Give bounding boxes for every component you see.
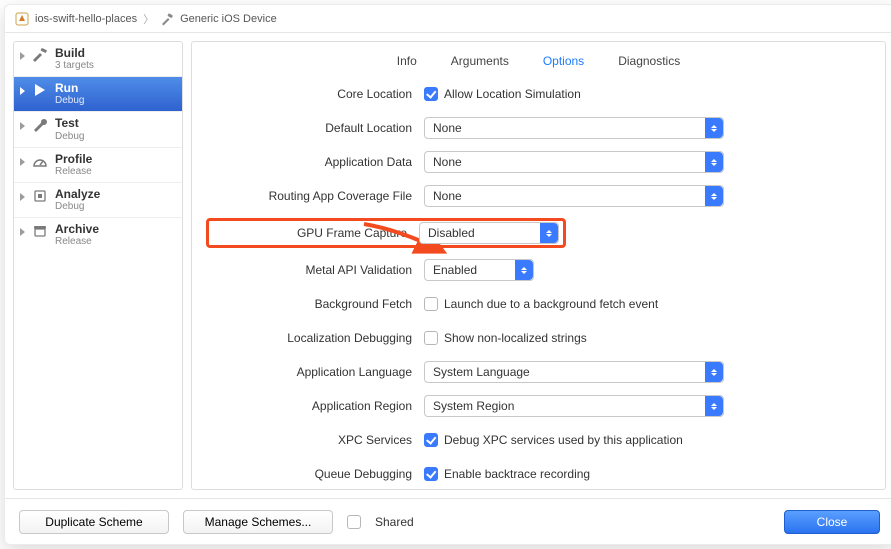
- scheme-editor-window: ios-swift-hello-places 〉 Generic iOS Dev…: [4, 4, 891, 545]
- duplicate-scheme-button[interactable]: Duplicate Scheme: [19, 510, 169, 534]
- chevron-updown-icon: [705, 396, 723, 416]
- routing-label: Routing App Coverage File: [210, 189, 424, 203]
- sidebar-item-sub: Debug: [55, 201, 100, 212]
- sidebar-item-test[interactable]: TestDebug: [14, 112, 182, 147]
- bg-fetch-text: Launch due to a background fetch event: [444, 297, 658, 311]
- options-panel: Info Arguments Options Diagnostics Core …: [191, 41, 886, 490]
- tab-arguments[interactable]: Arguments: [451, 54, 509, 68]
- default-location-select[interactable]: None: [424, 117, 724, 139]
- breadcrumb: ios-swift-hello-places 〉 Generic iOS Dev…: [5, 5, 891, 33]
- metal-select[interactable]: Enabled: [424, 259, 534, 281]
- tab-diagnostics[interactable]: Diagnostics: [618, 54, 680, 68]
- project-icon: [15, 12, 29, 26]
- chevron-updown-icon: [705, 152, 723, 172]
- gpu-frame-highlight: GPU Frame Capture Disabled: [206, 218, 566, 248]
- routing-select[interactable]: None: [424, 185, 724, 207]
- xpc-text: Debug XPC services used by this applicat…: [444, 433, 683, 447]
- queue-text: Enable backtrace recording: [444, 467, 590, 481]
- loc-debug-label: Localization Debugging: [210, 331, 424, 345]
- sidebar-item-sub: Release: [55, 236, 99, 247]
- breadcrumb-device[interactable]: Generic iOS Device: [180, 13, 277, 25]
- footer-bar: Duplicate Scheme Manage Schemes... Share…: [5, 498, 891, 544]
- sidebar-item-run[interactable]: RunDebug: [14, 77, 182, 112]
- app-region-label: Application Region: [210, 399, 424, 413]
- shared-checkbox[interactable]: [347, 515, 361, 529]
- allow-location-checkbox[interactable]: [424, 87, 438, 101]
- sidebar-item-label: Build: [55, 47, 94, 60]
- tab-bar: Info Arguments Options Diagnostics: [210, 54, 867, 68]
- xpc-label: XPC Services: [210, 433, 424, 447]
- chevron-updown-icon: [705, 186, 723, 206]
- close-button[interactable]: Close: [784, 510, 880, 534]
- breadcrumb-project[interactable]: ios-swift-hello-places: [35, 13, 137, 25]
- app-data-label: Application Data: [210, 155, 424, 169]
- sidebar-item-label: Analyze: [55, 188, 100, 201]
- app-data-select[interactable]: None: [424, 151, 724, 173]
- sidebar-item-analyze[interactable]: AnalyzeDebug: [14, 183, 182, 218]
- chevron-right-icon: [20, 228, 25, 236]
- chevron-right-icon: [20, 122, 25, 130]
- bg-fetch-checkbox[interactable]: [424, 297, 438, 311]
- chevron-updown-icon: [705, 362, 723, 382]
- app-region-select[interactable]: System Region: [424, 395, 724, 417]
- sidebar-item-sub: Release: [55, 166, 92, 177]
- chevron-updown-icon: [540, 223, 558, 243]
- scheme-sidebar: Build3 targets RunDebug TestDebug Profil…: [13, 41, 183, 490]
- sidebar-item-label: Test: [55, 117, 84, 130]
- chevron-right-icon: [20, 158, 25, 166]
- default-location-label: Default Location: [210, 121, 424, 135]
- sidebar-item-sub: Debug: [55, 95, 84, 106]
- sidebar-item-archive[interactable]: ArchiveRelease: [14, 218, 182, 252]
- gauge-icon: [31, 153, 49, 169]
- allow-location-text: Allow Location Simulation: [444, 87, 581, 101]
- app-lang-select[interactable]: System Language: [424, 361, 724, 383]
- tab-info[interactable]: Info: [397, 54, 417, 68]
- sidebar-item-sub: 3 targets: [55, 60, 94, 71]
- xpc-checkbox[interactable]: [424, 433, 438, 447]
- metal-label: Metal API Validation: [210, 263, 424, 277]
- hammer-icon: [31, 47, 49, 63]
- breadcrumb-separator: 〉: [143, 11, 154, 27]
- chevron-right-icon: [20, 87, 25, 95]
- hammer-icon: [160, 12, 174, 26]
- queue-label: Queue Debugging: [210, 467, 424, 481]
- core-location-label: Core Location: [210, 87, 424, 101]
- play-icon: [31, 82, 49, 98]
- loc-debug-checkbox[interactable]: [424, 331, 438, 345]
- gpu-select[interactable]: Disabled: [419, 222, 559, 244]
- gpu-label: GPU Frame Capture: [211, 226, 419, 240]
- analyze-icon: [31, 188, 49, 204]
- manage-schemes-button[interactable]: Manage Schemes...: [183, 510, 333, 534]
- content-area: Build3 targets RunDebug TestDebug Profil…: [5, 33, 891, 498]
- queue-checkbox[interactable]: [424, 467, 438, 481]
- bg-fetch-label: Background Fetch: [210, 297, 424, 311]
- sidebar-item-sub: Debug: [55, 131, 84, 142]
- tab-options[interactable]: Options: [543, 54, 584, 68]
- chevron-right-icon: [20, 193, 25, 201]
- sidebar-item-label: Profile: [55, 153, 92, 166]
- sidebar-item-label: Archive: [55, 223, 99, 236]
- sidebar-item-build[interactable]: Build3 targets: [14, 42, 182, 77]
- sidebar-item-profile[interactable]: ProfileRelease: [14, 148, 182, 183]
- archive-icon: [31, 223, 49, 239]
- loc-debug-text: Show non-localized strings: [444, 331, 587, 345]
- chevron-right-icon: [20, 52, 25, 60]
- app-lang-label: Application Language: [210, 365, 424, 379]
- sidebar-item-label: Run: [55, 82, 84, 95]
- chevron-updown-icon: [705, 118, 723, 138]
- wrench-icon: [31, 117, 49, 133]
- shared-label: Shared: [375, 515, 414, 529]
- chevron-updown-icon: [515, 260, 533, 280]
